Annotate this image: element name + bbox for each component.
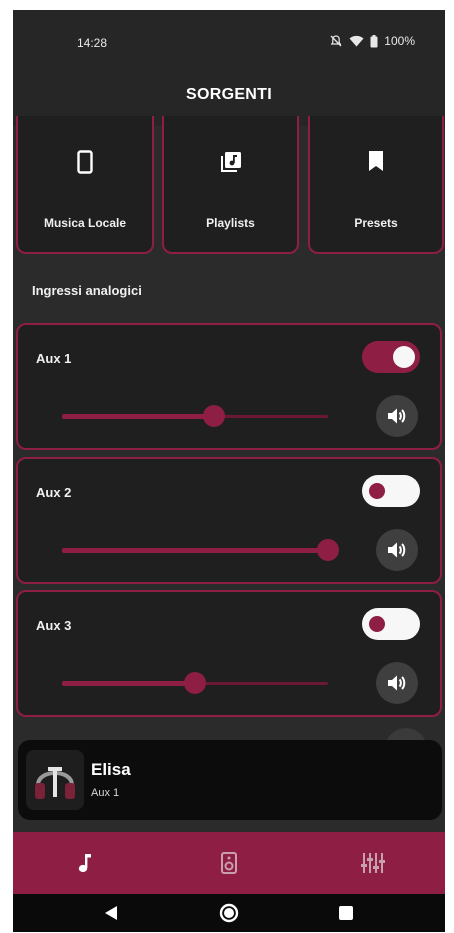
slider-thumb[interactable]: [184, 672, 206, 694]
system-nav-bar: [13, 894, 445, 932]
volume-slider[interactable]: [62, 672, 328, 694]
home-button[interactable]: [199, 894, 259, 932]
source-tile-playlists[interactable]: Playlists: [162, 116, 299, 254]
section-title: Ingressi analogici: [32, 283, 142, 298]
back-button[interactable]: [81, 894, 141, 932]
library-music-icon: [220, 152, 241, 172]
volume-button[interactable]: [376, 662, 418, 704]
aux-card-1: Aux 1: [16, 323, 442, 450]
slider-thumb[interactable]: [317, 539, 339, 561]
home-icon: [219, 903, 239, 923]
aux-toggle[interactable]: [362, 608, 420, 640]
source-tile-local-music[interactable]: Musica Locale: [16, 116, 154, 254]
page-title: SORGENTI: [186, 86, 272, 103]
notifications-off-icon: [330, 35, 342, 47]
volume-icon: [388, 675, 406, 691]
aux-card-3: Aux 3: [16, 590, 442, 717]
slider-thumb[interactable]: [202, 405, 225, 427]
aux-label: Aux 2: [36, 485, 72, 500]
nav-equalizer[interactable]: [301, 832, 445, 894]
battery-level: 100%: [384, 34, 415, 48]
aux-label: Aux 3: [36, 618, 72, 633]
status-time: 14:28: [77, 36, 108, 50]
source-tile-label: Playlists: [206, 216, 255, 230]
headphones-icon: [35, 767, 75, 799]
volume-icon: [388, 542, 406, 558]
recents-icon: [339, 906, 353, 920]
music-note-icon: [78, 854, 91, 873]
aux-card-2: Aux 2: [16, 457, 442, 584]
speaker-icon: [221, 852, 237, 874]
equalizer-icon: [361, 853, 385, 873]
aux-label: Aux 1: [36, 351, 72, 366]
volume-button[interactable]: [376, 395, 418, 437]
source-tile-label: Presets: [354, 216, 398, 230]
wifi-icon: [349, 35, 364, 47]
source-tile-presets[interactable]: Presets: [308, 116, 444, 254]
source-tile-label: Musica Locale: [43, 216, 127, 230]
now-playing-source: Aux 1: [91, 787, 120, 799]
album-art: [26, 750, 84, 810]
volume-slider[interactable]: [62, 539, 339, 561]
top-bar: 14:28 100% SORGENTI: [13, 10, 445, 126]
phone-icon: [77, 150, 93, 174]
volume-icon: [388, 408, 406, 424]
bookmark-icon: [369, 151, 383, 171]
volume-slider[interactable]: [62, 405, 328, 427]
nav-speakers[interactable]: [157, 832, 301, 894]
aux-toggle[interactable]: [362, 475, 420, 507]
source-tiles: Musica Locale Playlists Presets: [16, 116, 444, 254]
aux-toggle[interactable]: [362, 341, 420, 373]
volume-button[interactable]: [376, 529, 418, 571]
back-icon: [105, 906, 117, 920]
now-playing-title: Elisa: [91, 760, 131, 779]
bottom-nav: [13, 832, 445, 894]
battery-icon: [370, 34, 378, 47]
now-playing-bar[interactable]: Elisa Aux 1: [18, 740, 442, 820]
app-screen: 14:28 100% SORGENTI Musica Locale Playli…: [13, 10, 445, 932]
recents-button[interactable]: [316, 894, 376, 932]
status-icons: 100%: [329, 34, 415, 48]
nav-sources[interactable]: [13, 832, 157, 894]
